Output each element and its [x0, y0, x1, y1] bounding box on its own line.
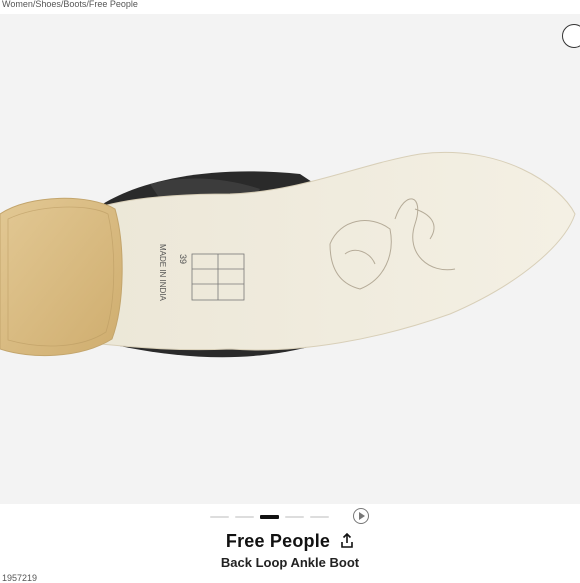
boot-heel: [0, 197, 123, 356]
product-title: Back Loop Ankle Boot: [220, 555, 360, 570]
pagination-dot[interactable]: [235, 516, 254, 518]
boot-sole-image: MADE IN INDIA 39: [0, 152, 576, 358]
svg-text:39: 39: [178, 254, 188, 264]
play-video-button[interactable]: [353, 508, 369, 524]
play-icon: [359, 512, 365, 520]
pagination-dot[interactable]: [310, 516, 329, 518]
pagination-dot[interactable]: [210, 516, 229, 518]
brand-row: Free People: [0, 530, 580, 552]
pagination-dot[interactable]: [285, 516, 304, 518]
share-icon[interactable]: [340, 533, 354, 549]
gallery-pagination: [210, 514, 329, 520]
breadcrumb[interactable]: Women/Shoes/Boots/Free People: [0, 0, 580, 14]
svg-text:MADE IN INDIA: MADE IN INDIA: [158, 244, 167, 302]
corner-circle-button[interactable]: [562, 24, 580, 48]
product-image-gallery[interactable]: MADE IN INDIA 39: [0, 14, 580, 504]
product-sku: 1957219: [2, 573, 38, 583]
brand-name[interactable]: Free People: [226, 531, 330, 552]
pagination-dot-active[interactable]: [260, 515, 279, 519]
